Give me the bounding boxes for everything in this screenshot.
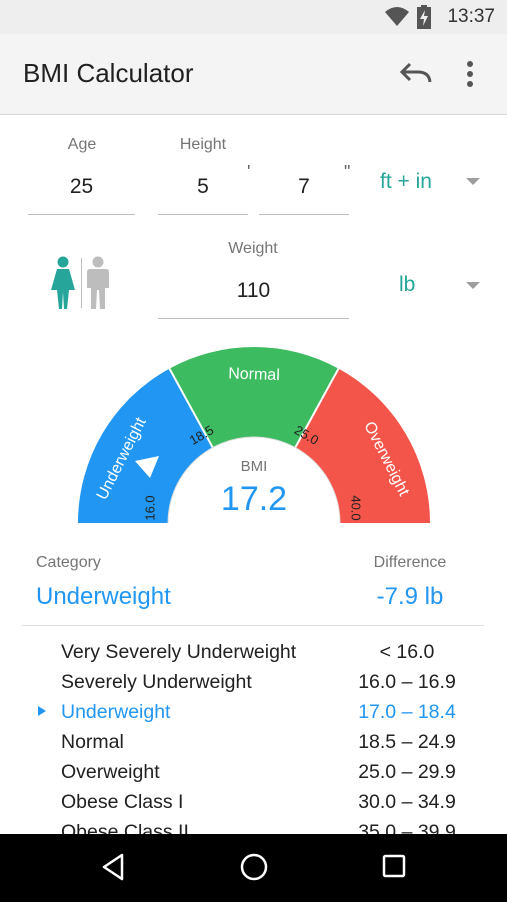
category-name: Obese Class I [61,791,184,813]
table-row: Obese Class I 30.0 – 34.9 [0,787,507,817]
feet-mark: ' [247,162,251,182]
category-name: Underweight [61,701,171,723]
age-label: Age [67,136,97,153]
category-range: 35.0 – 39.9 [358,821,456,834]
category-name: Obese Class II [61,821,189,834]
category-range: 25.0 – 29.9 [358,761,456,783]
age-input[interactable]: 25 [28,175,135,215]
navigation-bar [0,834,507,902]
divider [22,625,484,626]
weight-unit-select[interactable]: lb [399,273,415,297]
category-name: Very Severely Underweight [61,641,297,663]
bmi-value: 17.2 [220,480,288,518]
height-inches-input[interactable]: 7 [259,175,349,215]
table-row: Normal 18.5 – 24.9 [0,727,507,757]
app-title: BMI Calculator [23,58,194,88]
height-unit-select[interactable]: ft + in [380,170,432,194]
category-name: Normal [61,731,124,753]
clock: 13:37 [447,6,495,27]
difference-value: -7.9 lb [376,583,444,610]
category-name: Severely Underweight [61,671,252,693]
recents-icon[interactable] [381,852,407,882]
battery-charging-icon [417,5,431,29]
height-feet-input[interactable]: 5 [158,175,248,215]
table-row: Very Severely Underweight < 16.0 [0,637,507,667]
gauge-tick-40: 40.0 [349,495,364,520]
male-icon[interactable] [86,256,110,310]
more-options-icon[interactable] [466,60,474,88]
table-row-active: Underweight 17.0 – 18.4 [0,697,507,727]
female-icon[interactable] [50,256,76,310]
gauge-tick-16: 16.0 [142,495,157,520]
category-range: 18.5 – 24.9 [358,731,456,753]
weight-unit-dropdown-icon[interactable] [466,282,480,289]
home-icon[interactable] [239,852,269,882]
weight-label: Weight [228,240,278,257]
status-bar: 13:37 [0,0,507,34]
gender-divider [81,258,82,308]
category-range: 30.0 – 34.9 [358,791,456,813]
category-range: 17.0 – 18.4 [358,701,456,723]
gauge-label-normal: Normal [228,365,280,384]
category-value: Underweight [36,583,171,610]
inch-mark: " [344,162,351,182]
bmi-label: BMI [240,458,268,475]
table-row: Overweight 25.0 – 29.9 [0,757,507,787]
category-name: Overweight [61,761,160,783]
category-label: Category [36,554,101,571]
wifi-icon [385,7,409,26]
category-range: 16.0 – 16.9 [358,671,456,693]
table-row: Severely Underweight 16.0 – 16.9 [0,667,507,697]
height-label: Height [179,136,227,153]
back-icon[interactable] [100,852,126,882]
weight-input[interactable]: 110 [158,279,349,319]
table-row: Obese Class II 35.0 – 39.9 [0,817,507,834]
undo-icon[interactable] [400,60,432,88]
current-category-marker-icon [38,706,46,716]
category-range: < 16.0 [379,641,435,663]
height-unit-dropdown-icon[interactable] [466,178,480,185]
app-bar: BMI Calculator [0,34,507,115]
difference-label: Difference [373,554,447,571]
bmi-category-table: Very Severely Underweight < 16.0 Severel… [0,637,507,834]
